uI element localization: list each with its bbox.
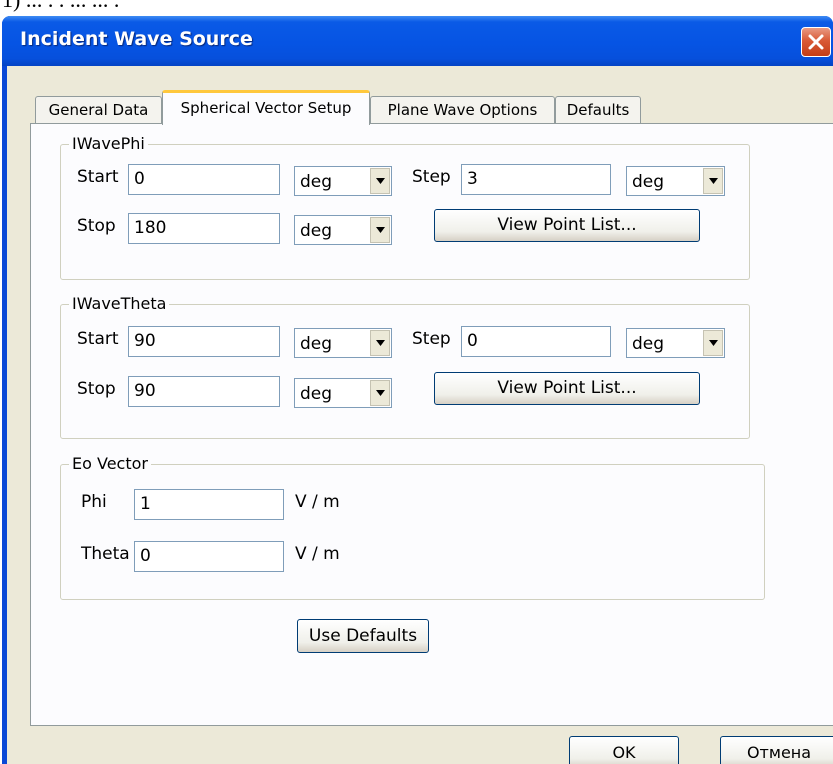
dialog-window: Incident Wave Source General Data Spheri… [2, 16, 833, 764]
window-title: Incident Wave Source [20, 28, 253, 50]
chevron-down-icon [709, 178, 718, 184]
ok-button[interactable]: OK [569, 736, 679, 764]
theta-step-input[interactable]: 0 [461, 326, 611, 357]
chevron-down-icon [709, 340, 718, 346]
phi-stop-label: Stop [77, 216, 116, 236]
tab-general-data[interactable]: General Data [35, 96, 162, 124]
tab-spherical-vector-setup[interactable]: Spherical Vector Setup [162, 90, 370, 125]
phi-start-input[interactable]: 0 [128, 164, 280, 195]
dropdown-button[interactable] [370, 330, 390, 356]
dropdown-button[interactable] [370, 380, 390, 406]
theta-start-unit-select[interactable]: deg [294, 328, 392, 358]
chevron-down-icon [376, 340, 385, 346]
phi-view-point-list-button[interactable]: View Point List... [434, 209, 700, 242]
eo-theta-unit: V / m [295, 544, 340, 564]
tab-panel: IWavePhi Start 0 deg Step 3 deg Stop 180… [30, 123, 833, 726]
close-x-icon [808, 34, 824, 50]
dropdown-button[interactable] [703, 330, 723, 356]
eo-phi-unit: V / m [295, 492, 340, 512]
dialog-client-area: General Data Spherical Vector Setup Plan… [7, 66, 833, 764]
eo-theta-label: Theta [81, 544, 130, 564]
dropdown-button[interactable] [370, 217, 390, 243]
dropdown-button[interactable] [370, 168, 390, 194]
phi-stop-unit-select[interactable]: deg [294, 215, 392, 245]
tab-plane-wave-options[interactable]: Plane Wave Options [370, 96, 555, 124]
title-bar[interactable]: Incident Wave Source [2, 16, 833, 66]
eo-phi-label: Phi [81, 492, 107, 512]
theta-step-label: Step [412, 329, 451, 349]
eo-vector-group: Eo Vector Phi 1 V / m Theta 0 V / m [60, 454, 765, 600]
phi-start-unit-select[interactable]: deg [294, 166, 392, 196]
theta-start-input[interactable]: 90 [128, 326, 280, 357]
theta-group-label: IWaveTheta [69, 294, 170, 313]
tab-defaults[interactable]: Defaults [555, 96, 641, 124]
theta-group: IWaveTheta Start 90 deg Step 0 deg Stop … [60, 294, 750, 439]
dropdown-button[interactable] [703, 168, 723, 194]
background-document-fragment: 1) ... . . ... ... . [0, 0, 833, 16]
theta-view-point-list-button[interactable]: View Point List... [434, 372, 700, 405]
chevron-down-icon [376, 178, 385, 184]
chevron-down-icon [376, 390, 385, 396]
phi-stop-input[interactable]: 180 [128, 213, 280, 244]
theta-stop-input[interactable]: 90 [128, 376, 280, 407]
phi-step-label: Step [412, 167, 451, 187]
phi-start-label: Start [77, 167, 119, 187]
eo-theta-input[interactable]: 0 [134, 541, 284, 572]
phi-group-label: IWavePhi [69, 134, 148, 153]
chevron-down-icon [376, 227, 385, 233]
close-button[interactable] [801, 27, 831, 57]
eo-phi-input[interactable]: 1 [134, 489, 284, 520]
cancel-button[interactable]: Отмена [720, 736, 833, 764]
eo-group-label: Eo Vector [69, 454, 151, 473]
theta-stop-unit-select[interactable]: deg [294, 378, 392, 408]
use-defaults-button[interactable]: Use Defaults [297, 619, 429, 653]
theta-stop-label: Stop [77, 379, 116, 399]
theta-start-label: Start [77, 329, 119, 349]
phi-group: IWavePhi Start 0 deg Step 3 deg Stop 180… [60, 134, 750, 280]
theta-step-unit-select[interactable]: deg [626, 328, 725, 358]
phi-step-input[interactable]: 3 [461, 164, 611, 195]
phi-step-unit-select[interactable]: deg [626, 166, 725, 196]
